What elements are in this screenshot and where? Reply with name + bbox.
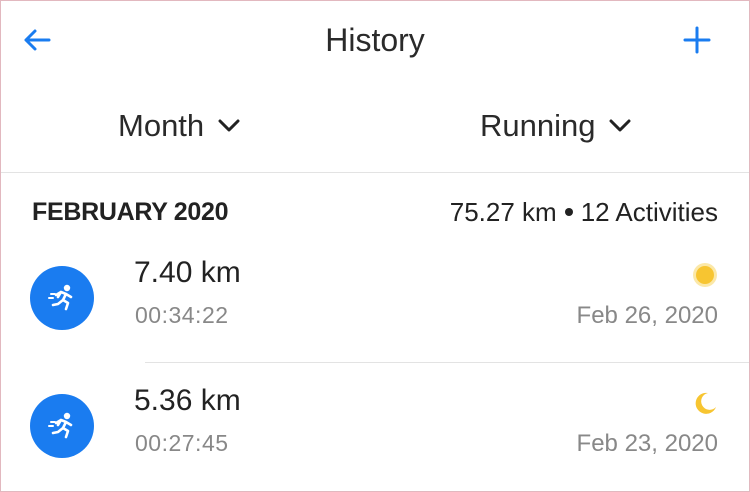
activity-date: Feb 23, 2020 (576, 430, 718, 457)
plus-icon (683, 26, 711, 54)
add-activity-button[interactable] (674, 18, 720, 62)
period-dropdown-label: Month (118, 108, 205, 143)
chevron-down-icon (218, 119, 240, 132)
moon-icon (692, 390, 718, 416)
running-icon (48, 284, 73, 311)
activity-duration: 00:34:22 (135, 302, 229, 328)
filter-bar: Month Running (0, 96, 750, 156)
page-title: History (325, 22, 425, 58)
chevron-down-icon (609, 119, 631, 132)
row-divider (145, 362, 750, 363)
month-totals: 75.27 km 12 Activities (450, 197, 718, 228)
sport-dropdown[interactable]: Running (480, 96, 633, 156)
activity-date: Feb 26, 2020 (576, 302, 718, 329)
activity-distance: 5.36 km (134, 384, 241, 417)
sun-icon (692, 262, 718, 288)
activity-duration: 00:27:45 (135, 430, 229, 456)
activity-distance: 7.40 km (134, 256, 241, 289)
activity-row[interactable]: 5.36 km 00:27:45 Feb 23, 2020 (0, 368, 750, 488)
month-summary: FEBRUARY 2020 75.27 km 12 Activities (32, 192, 718, 232)
sport-avatar (30, 394, 94, 458)
top-bar: History (0, 0, 750, 80)
sport-avatar (30, 266, 94, 330)
total-distance: 75.27 km (449, 196, 557, 227)
activity-row[interactable]: 7.40 km 00:34:22 Feb 26, 2020 (0, 240, 750, 360)
header-divider (0, 172, 750, 173)
separator-dot (564, 207, 573, 216)
running-icon (48, 412, 73, 439)
activity-count: 12 Activities (580, 196, 718, 227)
period-dropdown[interactable]: Month (118, 96, 242, 156)
sport-dropdown-label: Running (480, 108, 596, 143)
month-label: FEBRUARY 2020 (32, 197, 229, 226)
